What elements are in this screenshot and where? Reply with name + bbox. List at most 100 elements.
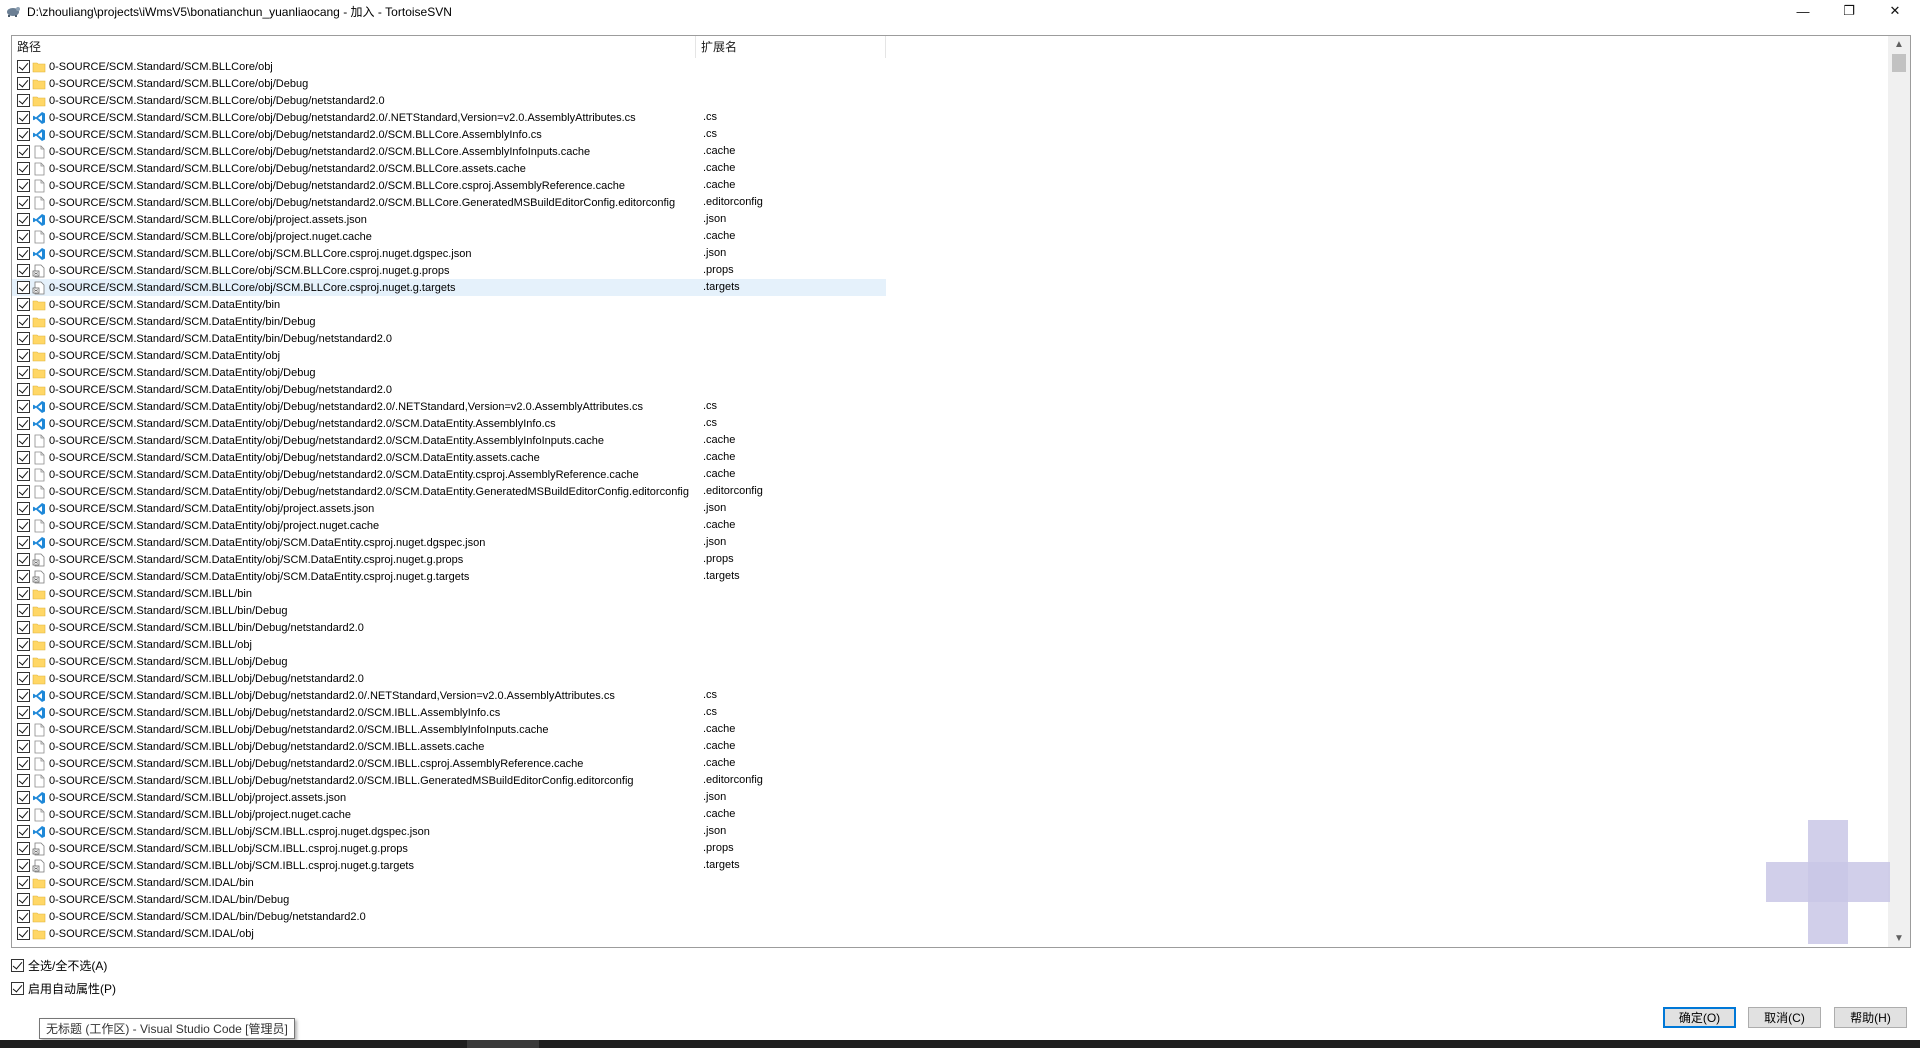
row-checkbox[interactable] [17, 145, 30, 158]
table-row[interactable]: 0-SOURCE/SCM.Standard/SCM.IDAL/obj [12, 925, 1888, 942]
row-checkbox[interactable] [17, 485, 30, 498]
table-row[interactable]: 0-SOURCE/SCM.Standard/SCM.IDAL/bin [12, 874, 1888, 891]
table-row[interactable]: 0-SOURCE/SCM.Standard/SCM.DataEntity/obj… [12, 415, 1888, 432]
row-checkbox[interactable] [17, 706, 30, 719]
auto-props-check-icon[interactable] [11, 982, 24, 995]
row-checkbox[interactable] [17, 315, 30, 328]
row-checkbox[interactable] [17, 740, 30, 753]
table-row[interactable]: 0-SOURCE/SCM.Standard/SCM.IBLL/obj/SCM.I… [12, 823, 1888, 840]
scroll-up-icon[interactable]: ▲ [1888, 36, 1910, 53]
table-row[interactable]: 0-SOURCE/SCM.Standard/SCM.BLLCore/obj/SC… [12, 245, 1888, 262]
taskbar-item[interactable] [467, 1040, 539, 1048]
row-checkbox[interactable] [17, 808, 30, 821]
table-row[interactable]: 0-SOURCE/SCM.Standard/SCM.IBLL/bin [12, 585, 1888, 602]
table-row[interactable]: 0-SOURCE/SCM.Standard/SCM.DataEntity/obj… [12, 432, 1888, 449]
table-row[interactable]: 0-SOURCE/SCM.Standard/SCM.BLLCore/obj/De… [12, 126, 1888, 143]
table-row[interactable]: 0-SOURCE/SCM.Standard/SCM.BLLCore/obj [12, 58, 1888, 75]
row-checkbox[interactable] [17, 94, 30, 107]
table-row[interactable]: 0-SOURCE/SCM.Standard/SCM.IBLL/obj/Debug… [12, 670, 1888, 687]
row-checkbox[interactable] [17, 162, 30, 175]
row-checkbox[interactable] [17, 825, 30, 838]
row-checkbox[interactable] [17, 791, 30, 804]
row-checkbox[interactable] [17, 213, 30, 226]
column-header-path[interactable]: 路径 [12, 36, 696, 58]
row-checkbox[interactable] [17, 893, 30, 906]
row-checkbox[interactable] [17, 332, 30, 345]
row-checkbox[interactable] [17, 60, 30, 73]
table-row[interactable]: 0-SOURCE/SCM.Standard/SCM.BLLCore/obj/De… [12, 92, 1888, 109]
table-row[interactable]: 0-SOURCE/SCM.Standard/SCM.IBLL/obj/SCM.I… [12, 857, 1888, 874]
row-checkbox[interactable] [17, 349, 30, 362]
row-checkbox[interactable] [17, 196, 30, 209]
row-checkbox[interactable] [17, 570, 30, 583]
row-checkbox[interactable] [17, 927, 30, 940]
row-checkbox[interactable] [17, 281, 30, 294]
table-row[interactable]: 0-SOURCE/SCM.Standard/SCM.BLLCore/obj/De… [12, 109, 1888, 126]
row-checkbox[interactable] [17, 468, 30, 481]
row-checkbox[interactable] [17, 298, 30, 311]
select-all-checkbox[interactable]: 全选/全不选(A) [11, 957, 107, 974]
auto-props-checkbox[interactable]: 启用自动属性(P) [11, 980, 116, 997]
row-checkbox[interactable] [17, 621, 30, 634]
row-checkbox[interactable] [17, 502, 30, 515]
row-checkbox[interactable] [17, 655, 30, 668]
table-row[interactable]: 0-SOURCE/SCM.Standard/SCM.IBLL/obj/Debug… [12, 704, 1888, 721]
help-button[interactable]: 帮助(H) [1834, 1007, 1907, 1028]
table-row[interactable]: 0-SOURCE/SCM.Standard/SCM.DataEntity/bin… [12, 313, 1888, 330]
table-row[interactable]: 0-SOURCE/SCM.Standard/SCM.BLLCore/obj/De… [12, 160, 1888, 177]
table-row[interactable]: 0-SOURCE/SCM.Standard/SCM.DataEntity/obj… [12, 483, 1888, 500]
table-row[interactable]: 0-SOURCE/SCM.Standard/SCM.DataEntity/obj… [12, 364, 1888, 381]
row-checkbox[interactable] [17, 774, 30, 787]
minimize-button[interactable]: — [1780, 0, 1826, 22]
row-checkbox[interactable] [17, 400, 30, 413]
table-row[interactable]: 0-SOURCE/SCM.Standard/SCM.DataEntity/obj… [12, 500, 1888, 517]
table-row[interactable]: 0-SOURCE/SCM.Standard/SCM.BLLCore/obj/pr… [12, 228, 1888, 245]
table-row[interactable]: 0-SOURCE/SCM.Standard/SCM.BLLCore/obj/pr… [12, 211, 1888, 228]
table-row[interactable]: 0-SOURCE/SCM.Standard/SCM.IDAL/bin/Debug [12, 891, 1888, 908]
table-row[interactable]: 0-SOURCE/SCM.Standard/SCM.BLLCore/obj/SC… [12, 279, 1888, 296]
table-row[interactable]: 0-SOURCE/SCM.Standard/SCM.IBLL/obj/Debug… [12, 738, 1888, 755]
cancel-button[interactable]: 取消(C) [1748, 1007, 1821, 1028]
table-row[interactable]: 0-SOURCE/SCM.Standard/SCM.IBLL/bin/Debug [12, 602, 1888, 619]
row-checkbox[interactable] [17, 383, 30, 396]
scroll-down-icon[interactable]: ▼ [1888, 930, 1910, 947]
row-checkbox[interactable] [17, 723, 30, 736]
table-row[interactable]: 0-SOURCE/SCM.Standard/SCM.DataEntity/obj [12, 347, 1888, 364]
table-row[interactable]: 0-SOURCE/SCM.Standard/SCM.DataEntity/bin… [12, 330, 1888, 347]
ok-button[interactable]: 确定(O) [1663, 1007, 1736, 1028]
table-row[interactable]: 0-SOURCE/SCM.Standard/SCM.BLLCore/obj/SC… [12, 262, 1888, 279]
row-checkbox[interactable] [17, 417, 30, 430]
table-row[interactable]: 0-SOURCE/SCM.Standard/SCM.DataEntity/obj… [12, 517, 1888, 534]
row-checkbox[interactable] [17, 111, 30, 124]
scrollbar-thumb[interactable] [1892, 54, 1906, 72]
maximize-button[interactable]: ❐ [1826, 0, 1872, 22]
row-checkbox[interactable] [17, 757, 30, 770]
row-checkbox[interactable] [17, 77, 30, 90]
table-row[interactable]: 0-SOURCE/SCM.Standard/SCM.IBLL/obj/Debug… [12, 755, 1888, 772]
table-row[interactable]: 0-SOURCE/SCM.Standard/SCM.DataEntity/obj… [12, 466, 1888, 483]
table-row[interactable]: 0-SOURCE/SCM.Standard/SCM.IBLL/obj/Debug… [12, 721, 1888, 738]
row-checkbox[interactable] [17, 672, 30, 685]
table-row[interactable]: 0-SOURCE/SCM.Standard/SCM.BLLCore/obj/De… [12, 143, 1888, 160]
row-checkbox[interactable] [17, 230, 30, 243]
table-row[interactable]: 0-SOURCE/SCM.Standard/SCM.BLLCore/obj/De… [12, 75, 1888, 92]
close-button[interactable]: ✕ [1872, 0, 1918, 22]
column-header-extension[interactable]: 扩展名 [696, 36, 886, 58]
table-row[interactable]: 0-SOURCE/SCM.Standard/SCM.BLLCore/obj/De… [12, 177, 1888, 194]
table-row[interactable]: 0-SOURCE/SCM.Standard/SCM.DataEntity/obj… [12, 449, 1888, 466]
table-row[interactable]: 0-SOURCE/SCM.Standard/SCM.DataEntity/obj… [12, 568, 1888, 585]
row-checkbox[interactable] [17, 587, 30, 600]
row-checkbox[interactable] [17, 876, 30, 889]
table-row[interactable]: 0-SOURCE/SCM.Standard/SCM.IBLL/obj/Debug… [12, 687, 1888, 704]
row-checkbox[interactable] [17, 451, 30, 464]
table-row[interactable]: 0-SOURCE/SCM.Standard/SCM.IBLL/obj/SCM.I… [12, 840, 1888, 857]
table-row[interactable]: 0-SOURCE/SCM.Standard/SCM.DataEntity/obj… [12, 398, 1888, 415]
row-checkbox[interactable] [17, 842, 30, 855]
row-checkbox[interactable] [17, 536, 30, 549]
table-row[interactable]: 0-SOURCE/SCM.Standard/SCM.DataEntity/bin [12, 296, 1888, 313]
row-checkbox[interactable] [17, 128, 30, 141]
table-row[interactable]: 0-SOURCE/SCM.Standard/SCM.DataEntity/obj… [12, 381, 1888, 398]
row-checkbox[interactable] [17, 179, 30, 192]
row-checkbox[interactable] [17, 553, 30, 566]
table-row[interactable]: 0-SOURCE/SCM.Standard/SCM.DataEntity/obj… [12, 534, 1888, 551]
